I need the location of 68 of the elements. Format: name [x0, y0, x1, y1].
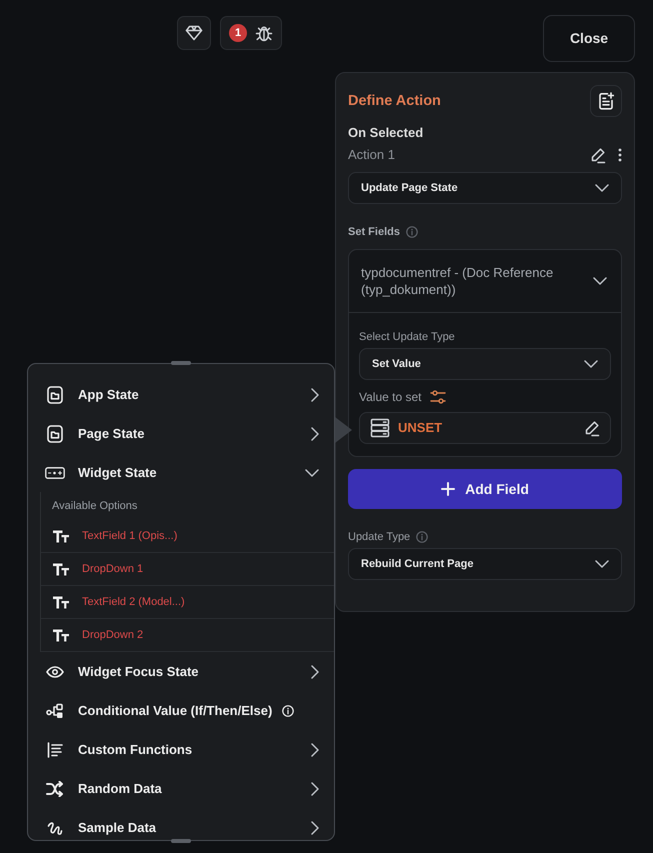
chevron-down-icon[interactable]	[595, 560, 609, 568]
menu-item[interactable]: App State	[28, 375, 334, 414]
plus-icon	[441, 482, 456, 496]
sliders-icon[interactable]	[430, 390, 446, 404]
value-field[interactable]: UNSET	[359, 412, 611, 444]
chevron-right-icon[interactable]	[311, 388, 319, 402]
list-lines-icon	[47, 742, 63, 758]
text-type-icon	[53, 530, 69, 542]
trigger-label: On Selected	[348, 125, 424, 141]
chevron-down-icon[interactable]	[305, 468, 319, 476]
action-name: Action 1	[348, 147, 395, 163]
chevron-down-icon[interactable]	[593, 277, 607, 285]
text-type-icon	[53, 562, 69, 576]
diamond-icon	[185, 25, 203, 41]
options-heading: Available Options	[51, 499, 138, 514]
drag-handle-icon[interactable]	[171, 361, 191, 365]
folder-icon	[47, 386, 63, 404]
more-icon[interactable]	[618, 148, 622, 162]
menu-item[interactable]: Page State	[28, 414, 334, 453]
chevron-right-icon[interactable]	[311, 782, 319, 796]
option-item[interactable]: DropDown 1	[41, 553, 334, 586]
panel-title: Define Action	[348, 92, 441, 110]
option-item[interactable]: TextField 1 (Opis...)	[41, 520, 334, 553]
squiggle-icon	[47, 820, 63, 836]
option-item[interactable]: DropDown 2	[41, 619, 334, 652]
debug-button[interactable]: 1	[220, 16, 282, 50]
info-icon	[416, 531, 428, 543]
menu-item[interactable]: Conditional Value (If/Then/Else)	[28, 691, 334, 730]
shuffle-icon	[46, 780, 64, 796]
action-type-dropdown[interactable]: Update Page State	[348, 172, 622, 204]
field-label: Select Update Type	[359, 330, 456, 344]
database-icon	[370, 418, 390, 438]
update-type-dropdown[interactable]: Set Value	[359, 348, 611, 380]
close-button[interactable]: Close	[543, 15, 635, 62]
branch-icon	[46, 702, 64, 718]
add-field-button[interactable]: Add Field	[348, 469, 622, 509]
chevron-right-icon[interactable]	[311, 820, 319, 834]
toolbar-button[interactable]	[177, 16, 211, 50]
folder-icon	[47, 424, 63, 442]
chevron-right-icon[interactable]	[311, 664, 319, 678]
eye-icon	[46, 666, 64, 678]
section-label: Update Type	[348, 530, 410, 544]
chevron-down-icon[interactable]	[584, 360, 598, 368]
menu-item[interactable]: Widget State	[28, 453, 334, 492]
drag-handle-icon[interactable]	[171, 839, 191, 843]
rebuild-type-dropdown[interactable]: Rebuild Current Page	[348, 548, 622, 580]
text-type-icon	[53, 628, 69, 642]
error-count-badge: 1	[229, 24, 247, 42]
section-label: Set Fields	[348, 225, 400, 239]
menu-item[interactable]: Custom Functions	[28, 730, 334, 769]
document-plus-icon	[598, 92, 614, 110]
info-icon	[406, 226, 418, 238]
counter-field-icon	[45, 466, 65, 478]
pencil-icon[interactable]	[589, 146, 606, 164]
option-item[interactable]: TextField 2 (Model...)	[41, 586, 334, 619]
chevron-right-icon[interactable]	[311, 426, 319, 440]
info-icon	[282, 704, 294, 716]
menu-item[interactable]: Widget Focus State	[28, 652, 334, 691]
field-label: Value to set	[359, 389, 422, 405]
pencil-icon[interactable]	[583, 420, 600, 436]
chevron-right-icon[interactable]	[311, 742, 319, 756]
field-selector[interactable]: typdocumentref - (Doc Reference (typ_dokument))	[349, 250, 621, 312]
text-type-icon	[53, 596, 69, 608]
chevron-down-icon[interactable]	[595, 184, 609, 192]
menu-item[interactable]: Sample Data	[28, 808, 334, 840]
add-note-button[interactable]	[590, 85, 622, 117]
bug-icon	[255, 24, 273, 42]
menu-item[interactable]: Random Data	[28, 769, 334, 808]
